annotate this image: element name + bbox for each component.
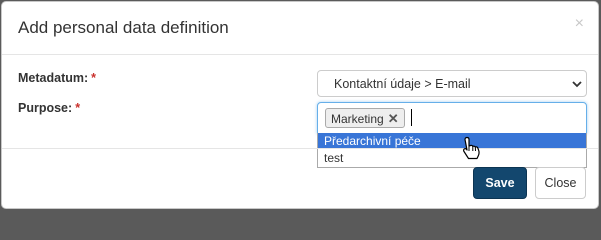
dialog-title: Add personal data definition: [18, 18, 229, 37]
metadatum-required-mark: *: [91, 71, 97, 85]
purpose-tag-label: Marketing: [331, 112, 384, 126]
metadatum-selected-value: Kontaktní údaje > E-mail: [334, 77, 471, 91]
tag-remove-icon[interactable]: ✕: [388, 111, 399, 127]
metadatum-label-text: Metadatum:: [18, 71, 89, 85]
text-caret: [411, 109, 412, 126]
purpose-label: Purpose: *: [18, 101, 80, 115]
purpose-label-text: Purpose:: [18, 101, 73, 115]
dialog-header: Add personal data definition ×: [2, 2, 598, 55]
purpose-required-mark: *: [75, 101, 81, 115]
purpose-option-highlighted[interactable]: Předarchivní péče: [318, 133, 586, 149]
add-personal-data-dialog: Add personal data definition × Metadatum…: [1, 1, 599, 209]
chevron-down-icon: [572, 81, 582, 88]
metadatum-label: Metadatum: *: [18, 71, 96, 85]
close-icon[interactable]: ×: [575, 16, 584, 32]
close-button[interactable]: Close: [535, 167, 586, 199]
save-button[interactable]: Save: [473, 167, 527, 199]
metadatum-select[interactable]: Kontaktní údaje > E-mail: [317, 70, 587, 97]
dialog-footer: Save Close: [2, 148, 598, 208]
hand-pointer-icon: [463, 136, 480, 160]
purpose-tag-input[interactable]: Marketing ✕: [317, 102, 587, 134]
purpose-tag: Marketing ✕: [325, 108, 405, 128]
